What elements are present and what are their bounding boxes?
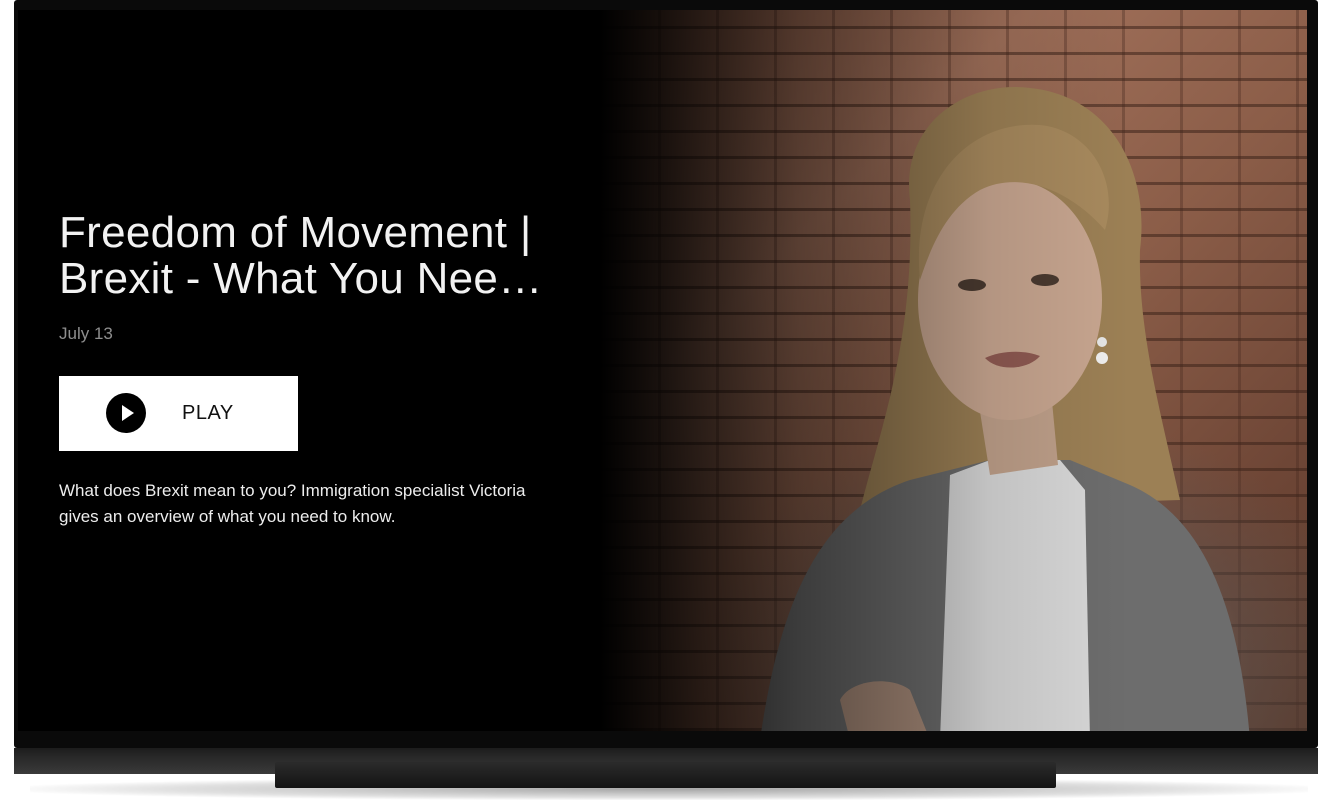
play-button[interactable]: PLAY [59, 376, 298, 451]
video-description: What does Brexit mean to you? Immigratio… [59, 481, 526, 526]
video-thumbnail [600, 10, 1307, 731]
video-title: Freedom of Movement | Brexit - What You … [59, 210, 543, 302]
play-button-label: PLAY [182, 402, 234, 424]
play-circle-icon [106, 393, 146, 433]
tv-stand [275, 762, 1056, 788]
video-date: July 13 [59, 324, 113, 343]
thumbnail-fade-overlay [600, 10, 1307, 731]
tv-screen: Freedom of Movement | Brexit - What You … [18, 10, 1307, 731]
